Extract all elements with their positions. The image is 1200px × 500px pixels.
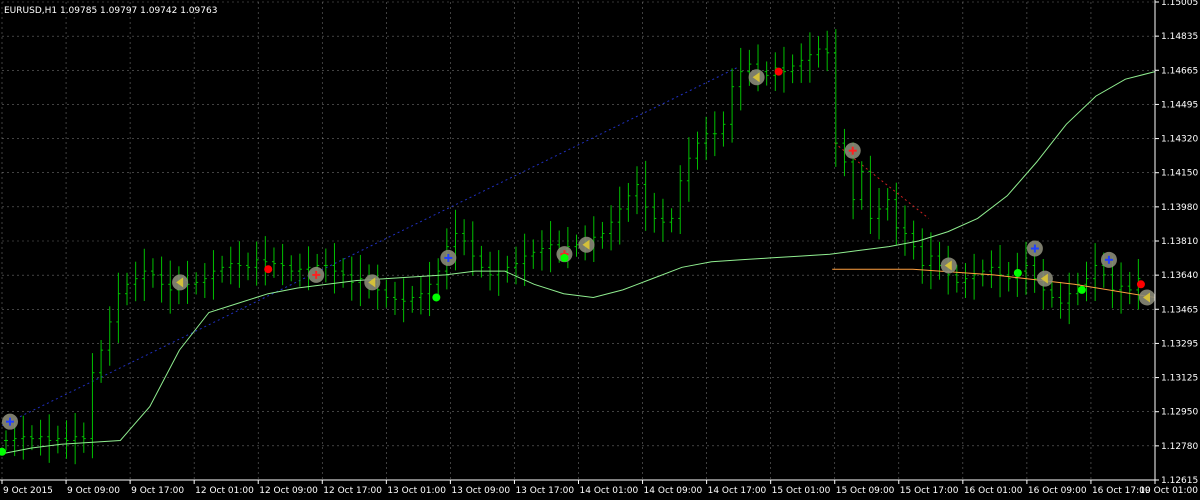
x-tick-label: 14 Oct 01:00 [580,486,639,496]
symbol-header: EURUSD,H1 1.09785 1.09797 1.09742 1.0976… [4,6,217,16]
cross-marker-icon[interactable] [1026,240,1043,257]
y-tick-label: 1.14835 [1161,32,1198,42]
buy-signal-dot[interactable] [1077,285,1086,294]
y-tick-label: 1.13295 [1161,339,1198,349]
x-tick-label: 15 Oct 17:00 [900,486,959,496]
cross-marker-icon[interactable] [844,142,861,159]
x-tick-label: 9 Oct 2015 [3,486,53,496]
x-tick-label: 14 Oct 09:00 [644,486,703,496]
y-tick-label: 1.14150 [1161,169,1198,179]
y-tick-label: 1.13810 [1161,237,1198,247]
y-tick-label: 1.12950 [1161,408,1198,418]
x-tick-label: 13 Oct 09:00 [451,486,510,496]
sell-signal-dot[interactable] [1136,280,1145,289]
x-tick-label: 15 Oct 01:00 [772,486,831,496]
x-tick-label: 9 Oct 09:00 [67,486,120,496]
chart-background [0,0,1200,500]
arrow-left-marker-icon[interactable] [1139,289,1155,306]
x-tick-label: 16 Oct 01:00 [964,486,1023,496]
x-tick-label: 12 Oct 01:00 [195,486,254,496]
x-tick-label: 19 Oct 01:00 [1139,486,1198,496]
y-tick-label: 1.12615 [1161,476,1198,486]
cross-marker-icon[interactable] [308,266,325,283]
buy-signal-dot[interactable] [560,253,569,262]
x-tick-label: 13 Oct 01:00 [387,486,446,496]
x-tick-label: 12 Oct 09:00 [259,486,318,496]
arrow-left-marker-icon[interactable] [940,257,957,274]
x-tick-label: 9 Oct 17:00 [131,486,184,496]
cross-marker-icon[interactable] [2,413,18,430]
price-chart[interactable]: 1.15005 1.14835 1.14665 1.14495 1.14320 1.141… [0,0,1200,500]
y-tick-label: 1.14320 [1161,135,1198,145]
arrow-left-marker-icon[interactable] [1036,270,1053,287]
y-tick-label: 1.14495 [1161,100,1198,110]
x-tick-label: 15 Oct 09:00 [836,486,895,496]
arrow-left-marker-icon[interactable] [172,274,189,291]
buy-signal-dot[interactable] [1013,268,1022,277]
cross-marker-icon[interactable] [440,249,457,266]
arrow-left-marker-icon[interactable] [748,69,765,86]
y-tick-label: 1.13640 [1161,271,1198,281]
y-tick-label: 1.13125 [1161,374,1198,384]
x-tick-label: 13 Oct 17:00 [515,486,574,496]
x-tick-label: 16 Oct 09:00 [1028,486,1087,496]
arrow-left-marker-icon[interactable] [578,236,595,253]
cross-marker-icon[interactable] [1100,251,1117,268]
sell-signal-dot[interactable] [264,265,273,274]
x-tick-label: 14 Oct 17:00 [708,486,767,496]
y-tick-label: 1.15005 [1161,0,1198,8]
y-tick-label: 1.13465 [1161,305,1198,315]
buy-signal-dot[interactable] [432,293,441,302]
x-tick-label: 12 Oct 17:00 [323,486,382,496]
sell-signal-dot[interactable] [774,67,783,76]
y-tick-label: 1.13980 [1161,203,1198,213]
arrow-left-marker-icon[interactable] [364,274,381,291]
y-tick-label: 1.12780 [1161,442,1198,452]
y-tick-label: 1.14665 [1161,66,1198,76]
